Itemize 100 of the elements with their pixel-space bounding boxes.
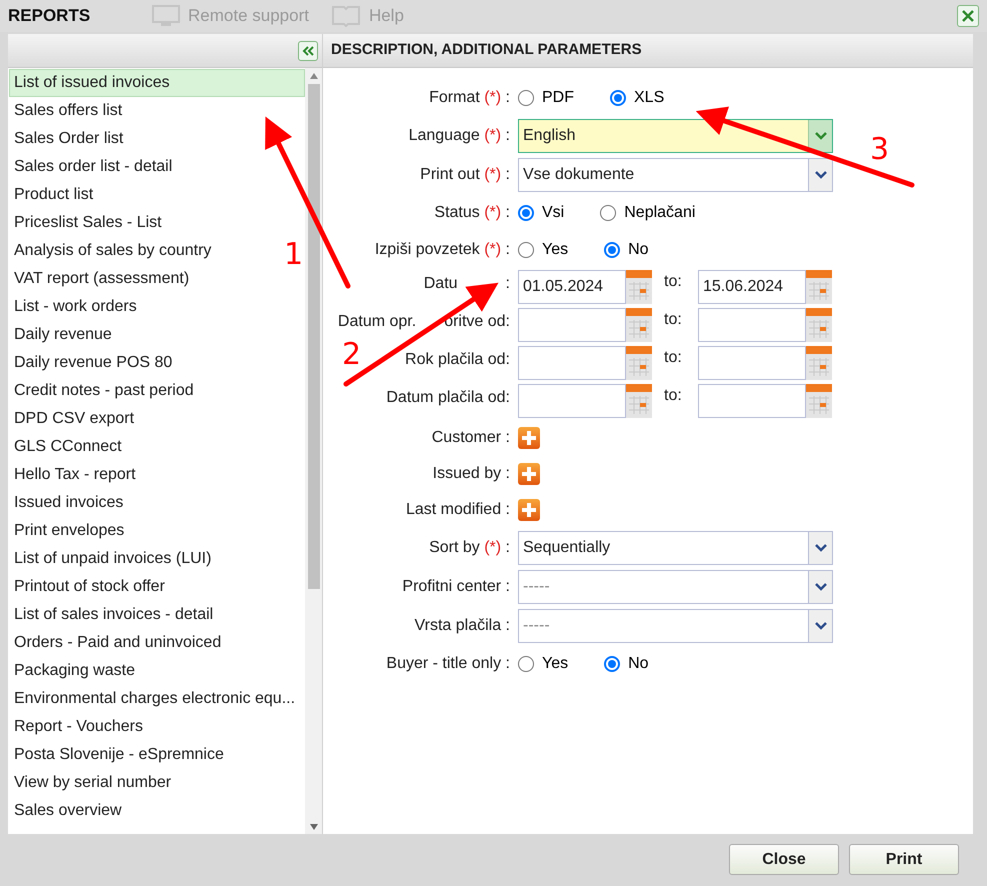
field-label: Buyer - title only : bbox=[386, 654, 510, 674]
radio-button[interactable] bbox=[604, 656, 620, 672]
date-field[interactable] bbox=[698, 308, 806, 342]
date-field[interactable]: 01.05.2024 bbox=[518, 270, 626, 304]
report-list-item[interactable]: Sales Order list bbox=[9, 125, 128, 153]
report-list-item[interactable]: Sales overview bbox=[9, 797, 127, 825]
field-label: Customer : bbox=[432, 428, 510, 448]
dialog-button[interactable]: Print bbox=[849, 844, 959, 875]
radio-label: Yes bbox=[542, 240, 568, 260]
report-list-item[interactable]: List of sales invoices - detail bbox=[9, 601, 218, 629]
report-list-item[interactable]: Product list bbox=[9, 181, 98, 209]
dialog-title: REPORTS bbox=[8, 5, 92, 28]
report-list-item[interactable]: Hello Tax - report bbox=[9, 461, 141, 489]
field-label: Status (*) : bbox=[434, 202, 510, 222]
annotation-number: 3 bbox=[870, 135, 890, 165]
close-button[interactable] bbox=[957, 5, 979, 27]
field-label: Sort by (*) : bbox=[429, 538, 510, 558]
report-list-item[interactable]: Printout of stock offer bbox=[9, 573, 170, 601]
calendar-icon[interactable] bbox=[806, 308, 832, 342]
radio-button[interactable] bbox=[610, 90, 626, 106]
date-field[interactable] bbox=[698, 346, 806, 380]
report-list-item[interactable]: View by serial number bbox=[9, 769, 176, 797]
book-icon bbox=[330, 5, 361, 27]
annotation-number: 1 bbox=[284, 240, 304, 270]
dropdown-field[interactable]: ----- bbox=[518, 608, 833, 642]
field-label: Format (*) : bbox=[429, 88, 510, 108]
radio-button[interactable] bbox=[518, 90, 534, 106]
field-label: : bbox=[506, 274, 510, 294]
dropdown-field[interactable]: English bbox=[518, 118, 833, 152]
to-label: to: bbox=[663, 272, 683, 292]
date-field[interactable] bbox=[518, 346, 626, 380]
report-list-item[interactable]: Daily revenue POS 80 bbox=[9, 349, 178, 377]
add-icon[interactable] bbox=[518, 463, 540, 485]
field-label: Izpiši povzetek (*) : bbox=[374, 240, 510, 260]
radio-label: Vsi bbox=[542, 202, 564, 222]
field-label: Profitni center : bbox=[402, 576, 510, 596]
dropdown-field[interactable]: Vse dokumente bbox=[518, 158, 833, 192]
radio-button[interactable] bbox=[604, 242, 620, 258]
report-list-item[interactable]: Print envelopes bbox=[9, 517, 130, 545]
report-list-item[interactable]: Orders - Paid and uninvoiced bbox=[9, 629, 226, 657]
report-list-item[interactable]: List of issued invoices bbox=[9, 69, 305, 97]
date-field[interactable]: 15.06.2024 bbox=[698, 270, 806, 304]
field-label: Print out (*) : bbox=[420, 164, 510, 184]
field-label: Datum opr. bbox=[338, 312, 416, 332]
date-field[interactable] bbox=[518, 384, 626, 418]
radio-label: Yes bbox=[542, 654, 568, 674]
caret-icon bbox=[814, 170, 826, 178]
report-list-item[interactable]: GLS CConnect bbox=[9, 433, 127, 461]
panel-title: DESCRIPTION, ADDITIONAL PARAMETERS bbox=[331, 40, 642, 60]
radio-button[interactable] bbox=[518, 242, 534, 258]
scroll-up-icon[interactable] bbox=[310, 73, 318, 79]
report-list-item[interactable]: Credit notes - past period bbox=[9, 377, 199, 405]
scrollbar[interactable] bbox=[305, 68, 322, 834]
field-label: Rok plačila od: bbox=[405, 350, 510, 370]
dropdown-field[interactable]: Sequentially bbox=[518, 530, 833, 564]
add-icon[interactable] bbox=[518, 499, 540, 521]
to-label: to: bbox=[663, 310, 683, 330]
calendar-icon[interactable] bbox=[806, 346, 832, 380]
report-list-item[interactable]: VAT report (assessment) bbox=[9, 265, 194, 293]
calendar-icon[interactable] bbox=[806, 384, 832, 418]
date-field[interactable] bbox=[698, 384, 806, 418]
collapse-button[interactable] bbox=[298, 40, 318, 60]
report-list-item[interactable]: Environmental charges electronic equ... bbox=[9, 685, 300, 713]
report-list-item[interactable]: Daily revenue bbox=[9, 321, 117, 349]
report-list-item[interactable]: List of unpaid invoices (LUI) bbox=[9, 545, 216, 573]
report-list-item[interactable]: Report - Vouchers bbox=[9, 713, 148, 741]
calendar-icon[interactable] bbox=[626, 384, 652, 418]
radio-button[interactable] bbox=[518, 656, 534, 672]
radio-label: Neplačani bbox=[624, 202, 696, 222]
report-list-item[interactable]: Packaging waste bbox=[9, 657, 140, 685]
radio-button[interactable] bbox=[518, 204, 534, 220]
annotation-number: 2 bbox=[342, 340, 362, 370]
to-label: to: bbox=[663, 386, 683, 406]
field-label: Datum plačila od: bbox=[386, 388, 510, 408]
report-list-item[interactable]: Posta Slovenije - eSpremnice bbox=[9, 741, 229, 769]
report-list-item[interactable]: Issued invoices bbox=[9, 489, 128, 517]
report-list-item[interactable]: Priceslist Sales - List bbox=[9, 209, 167, 237]
scroll-down-icon[interactable] bbox=[310, 824, 318, 830]
radio-label: XLS bbox=[634, 88, 664, 108]
dialog-button[interactable]: Close bbox=[729, 844, 839, 875]
add-icon[interactable] bbox=[518, 427, 540, 449]
dropdown-field[interactable]: ----- bbox=[518, 570, 833, 604]
field-label: Last modified : bbox=[406, 500, 510, 520]
date-field[interactable] bbox=[518, 308, 626, 342]
double-chevron-icon bbox=[302, 46, 314, 56]
report-list-item[interactable]: Sales order list - detail bbox=[9, 153, 178, 181]
field-label: oritve od: bbox=[444, 312, 510, 332]
report-list-item[interactable]: Sales offers list bbox=[9, 97, 128, 125]
report-list-item[interactable]: List - work orders bbox=[9, 293, 142, 321]
field-label: Language (*) : bbox=[408, 126, 510, 146]
calendar-icon[interactable] bbox=[626, 308, 652, 342]
calendar-icon[interactable] bbox=[806, 270, 832, 304]
radio-button[interactable] bbox=[600, 204, 616, 220]
report-list-item[interactable]: DPD CSV export bbox=[9, 405, 140, 433]
calendar-icon[interactable] bbox=[626, 270, 652, 304]
caret-icon bbox=[814, 622, 826, 630]
to-label: to: bbox=[663, 348, 683, 368]
report-list-item[interactable]: Analysis of sales by country bbox=[9, 237, 216, 265]
calendar-icon[interactable] bbox=[626, 346, 652, 380]
caret-icon bbox=[814, 582, 826, 590]
